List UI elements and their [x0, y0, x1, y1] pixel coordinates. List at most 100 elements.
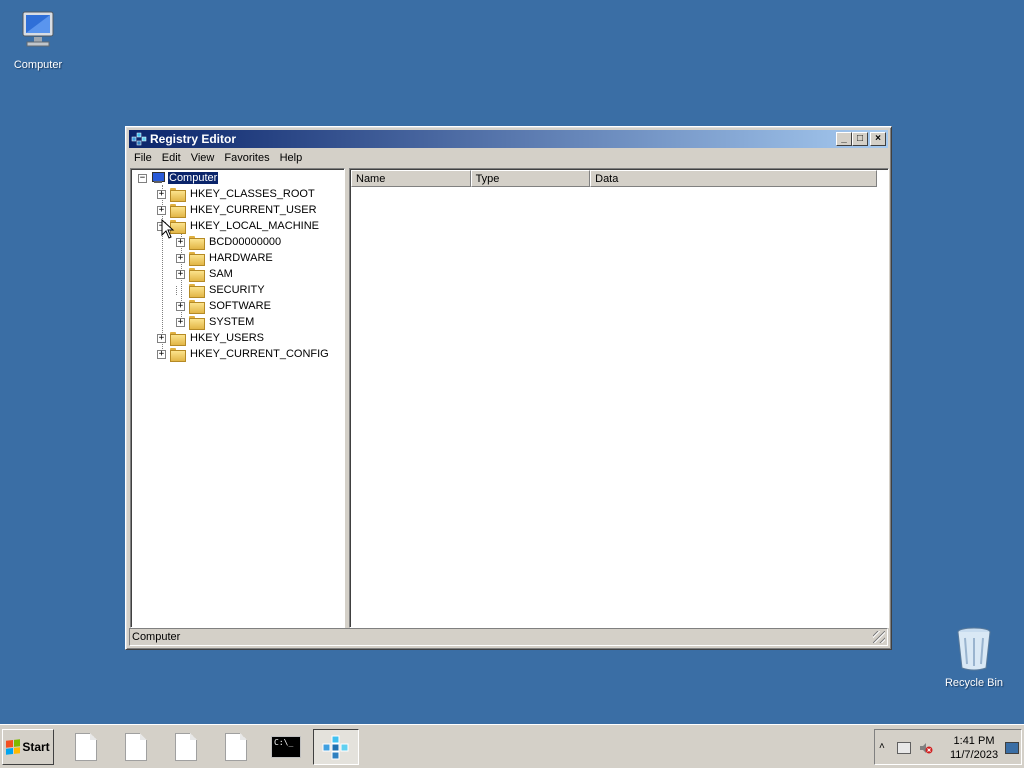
tree-node-label: SECURITY	[209, 284, 265, 296]
menu-bar: File Edit View Favorites Help	[129, 149, 888, 167]
close-button[interactable]: ×	[870, 132, 886, 146]
volume-muted-icon[interactable]	[919, 742, 933, 754]
key-tree-pane[interactable]: − Computer + HKEY_CLASSES_ROOT + HKEY_CU…	[130, 168, 345, 628]
show-hidden-icons-button[interactable]: ˄	[879, 741, 885, 752]
computer-icon	[22, 11, 54, 47]
tree-node-computer[interactable]: − Computer	[138, 170, 220, 186]
maximize-button[interactable]: □	[852, 132, 868, 146]
registry-editor-window[interactable]: Registry Editor _ □ × File Edit View Fav…	[125, 126, 892, 650]
folder-icon	[170, 188, 186, 202]
desktop-icon-label: Recycle Bin	[944, 677, 1004, 689]
tree-node-label: SOFTWARE	[209, 300, 271, 312]
tree-node-hardware[interactable]: + HARDWARE	[176, 250, 274, 266]
network-icon[interactable]	[897, 742, 911, 754]
tree-node-label: SAM	[209, 268, 233, 280]
recycle-bin-icon	[957, 627, 991, 671]
document-icon	[75, 733, 97, 761]
menu-file[interactable]: File	[129, 152, 157, 164]
tree-node-hku[interactable]: + HKEY_USERS	[157, 330, 265, 346]
notification-area: ˄ 1:41 PM 11/7/2023	[874, 729, 1022, 765]
taskbar-item-document-2[interactable]	[113, 729, 159, 765]
taskbar-item-registry-editor[interactable]	[313, 729, 359, 765]
collapse-icon[interactable]: −	[138, 173, 147, 183]
expand-icon[interactable]: +	[176, 269, 185, 279]
title-bar[interactable]: Registry Editor _ □ ×	[129, 130, 888, 148]
expand-icon[interactable]: +	[176, 253, 185, 263]
resize-grip-icon[interactable]	[873, 631, 885, 643]
folder-icon	[189, 252, 205, 266]
status-text: Computer	[132, 631, 181, 643]
folder-icon	[189, 236, 205, 250]
document-icon	[175, 733, 197, 761]
document-icon	[225, 733, 247, 761]
taskbar-item-command-prompt[interactable]: C:\_	[263, 729, 309, 765]
menu-edit[interactable]: Edit	[157, 152, 186, 164]
status-bar: Computer	[129, 628, 888, 646]
start-button[interactable]: Start	[2, 729, 54, 765]
folder-icon	[170, 332, 186, 346]
tree-node-bcd[interactable]: + BCD00000000	[176, 234, 282, 250]
folder-icon	[189, 268, 205, 282]
tree-node-software[interactable]: + SOFTWARE	[176, 298, 272, 314]
desktop-icon-computer[interactable]: Computer	[0, 8, 76, 71]
document-icon	[125, 733, 147, 761]
expand-icon[interactable]: +	[176, 317, 185, 327]
tree-node-label: HARDWARE	[209, 252, 273, 264]
values-list-pane[interactable]: Name Type Data	[349, 168, 889, 628]
menu-help[interactable]: Help	[275, 152, 308, 164]
tree-node-hklm[interactable]: − HKEY_LOCAL_MACHINE	[157, 218, 320, 234]
tree-node-label: HKEY_LOCAL_MACHINE	[190, 220, 319, 232]
clock[interactable]: 1:41 PM 11/7/2023	[945, 734, 1003, 762]
minimize-icon: _	[841, 133, 847, 144]
expand-icon[interactable]: +	[157, 189, 166, 199]
folder-icon	[189, 300, 205, 314]
expand-icon[interactable]: +	[176, 301, 185, 311]
expand-icon[interactable]: +	[157, 205, 166, 215]
folder-icon	[189, 316, 205, 330]
tree-node-hkcc[interactable]: + HKEY_CURRENT_CONFIG	[157, 346, 330, 362]
maximize-icon: □	[856, 133, 864, 144]
tree-node-label: SYSTEM	[209, 316, 255, 328]
folder-icon	[170, 204, 186, 218]
tree-node-label: HKEY_CURRENT_CONFIG	[190, 348, 329, 360]
tree-node-label: HKEY_CURRENT_USER	[190, 204, 317, 216]
expand-icon[interactable]: +	[157, 349, 166, 359]
column-header-name[interactable]: Name	[351, 170, 471, 187]
folder-icon	[170, 348, 186, 362]
expand-icon[interactable]: +	[157, 333, 166, 343]
clock-date: 11/7/2023	[949, 749, 999, 761]
desktop-icon-label: Computer	[13, 59, 63, 71]
tree-node-system[interactable]: + SYSTEM	[176, 314, 255, 330]
mouse-cursor-icon	[161, 219, 175, 239]
start-label: Start	[22, 740, 50, 754]
command-prompt-icon: C:\_	[271, 736, 301, 758]
menu-view[interactable]: View	[186, 152, 220, 164]
tree-node-label: HKEY_USERS	[190, 332, 264, 344]
tree-node-hkcu[interactable]: + HKEY_CURRENT_USER	[157, 202, 318, 218]
menu-favorites[interactable]: Favorites	[219, 152, 274, 164]
show-desktop-icon[interactable]	[1005, 742, 1019, 754]
tree-node-label: BCD00000000	[209, 236, 282, 248]
tree-node-label: Computer	[166, 171, 220, 185]
desktop-icon-recycle-bin[interactable]: Recycle Bin	[936, 624, 1012, 689]
taskbar-item-document-4[interactable]	[213, 729, 259, 765]
tree-node-label: HKEY_CLASSES_ROOT	[190, 188, 315, 200]
expand-icon[interactable]: +	[176, 237, 185, 247]
taskbar-item-document-1[interactable]	[63, 729, 109, 765]
minimize-button[interactable]: _	[836, 132, 852, 146]
window-title: Registry Editor	[150, 132, 237, 146]
tree-node-hkcr[interactable]: + HKEY_CLASSES_ROOT	[157, 186, 316, 202]
column-header-type[interactable]: Type	[470, 170, 591, 187]
tree-node-sam[interactable]: + SAM	[176, 266, 234, 282]
taskbar-item-document-3[interactable]	[163, 729, 209, 765]
registry-editor-icon	[131, 132, 147, 146]
taskbar: Start C:\_ ˄ 1:41 PM 11/7/2023	[0, 724, 1024, 768]
close-icon: ×	[875, 133, 881, 144]
computer-node-icon	[151, 172, 165, 184]
clock-time: 1:41 PM	[953, 735, 995, 747]
registry-editor-icon	[322, 735, 349, 760]
tree-node-security[interactable]: SECURITY	[176, 282, 266, 298]
windows-logo-icon	[6, 739, 21, 755]
column-header-data[interactable]: Data	[590, 170, 878, 187]
tree-leaf-connector	[176, 285, 185, 295]
